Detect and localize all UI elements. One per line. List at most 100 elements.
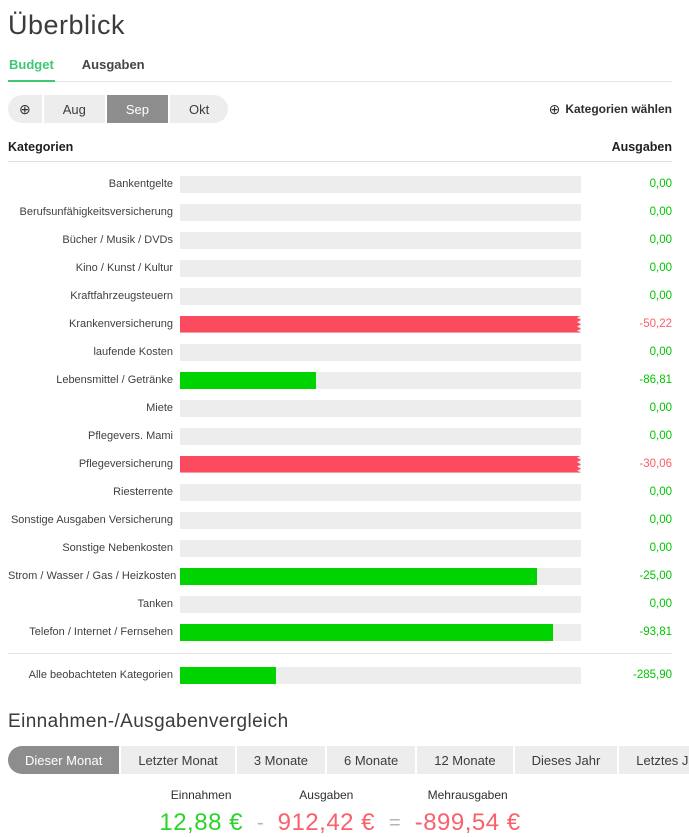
category-label: Bankentgelte <box>8 178 173 190</box>
income-block: Einnahmen 12,88 € <box>159 788 243 837</box>
category-label: Pflegevers. Mami <box>8 430 173 442</box>
budget-bar-track[interactable] <box>180 568 581 585</box>
budget-bar-track[interactable] <box>180 456 581 473</box>
category-label: Kraftfahrzeugsteuern <box>8 290 173 302</box>
tab-ausgaben[interactable]: Ausgaben <box>81 55 146 81</box>
period-segment-letzter-monat[interactable]: Letzter Monat <box>121 746 235 774</box>
category-label: Tanken <box>8 598 173 610</box>
budget-bar-track[interactable] <box>180 344 581 361</box>
budget-bar-fill <box>180 667 276 684</box>
tab-bar: Budget Ausgaben <box>8 55 672 82</box>
expense-label: Ausgaben <box>278 788 375 802</box>
category-label: Miete <box>8 402 173 414</box>
budget-bar-track[interactable] <box>180 232 581 249</box>
expense-value: 0,00 <box>592 542 672 554</box>
budget-bar-track[interactable] <box>180 176 581 193</box>
budget-bar-track[interactable] <box>180 596 581 613</box>
expense-value: 0,00 <box>592 514 672 526</box>
table-row: Pflegeversicherung -30,06 <box>8 450 672 478</box>
budget-bar-track[interactable] <box>180 204 581 221</box>
expense-value: 0,00 <box>592 598 672 610</box>
plus-circle-icon: ⊕ <box>549 102 561 116</box>
expense-value: -25,00 <box>592 570 672 582</box>
budget-total-row: Alle beobachteten Kategorien -285,90 <box>8 653 672 689</box>
budget-rows: Bankentgelte 0,00 Berufsunfähigkeitsvers… <box>8 170 672 646</box>
budget-bar-track[interactable] <box>180 428 581 445</box>
table-row: Sonstige Ausgaben Versicherung 0,00 <box>8 506 672 534</box>
page-title: Überblick <box>8 10 672 41</box>
table-row: Alle beobachteten Kategorien -285,90 <box>8 661 672 689</box>
table-row: Miete 0,00 <box>8 394 672 422</box>
tab-budget[interactable]: Budget <box>8 55 55 82</box>
budget-bar-track[interactable] <box>180 484 581 501</box>
period-segment-dieses-jahr[interactable]: Dieses Jahr <box>515 746 618 774</box>
table-row: Sonstige Nebenkosten 0,00 <box>8 534 672 562</box>
month-segment-aug[interactable]: Aug <box>44 95 105 123</box>
period-segment-12-monate[interactable]: 12 Monate <box>417 746 512 774</box>
budget-bar-fill <box>180 568 537 585</box>
expense-value: 0,00 <box>592 178 672 190</box>
table-row: Bücher / Musik / DVDs 0,00 <box>8 226 672 254</box>
expense-value: 0,00 <box>592 486 672 498</box>
income-value: 12,88 € <box>159 809 243 837</box>
category-label: Lebensmittel / Getränke <box>8 374 173 386</box>
expense-block: Ausgaben 912,42 € <box>278 788 375 837</box>
table-row: Strom / Wasser / Gas / Heizkosten -25,00 <box>8 562 672 590</box>
expense-value: -50,22 <box>592 318 672 330</box>
table-row: Krankenversicherung -50,22 <box>8 310 672 338</box>
comparison-title: Einnahmen-/Ausgabenvergleich <box>8 711 672 733</box>
net-label: Mehrausgaben <box>415 788 521 802</box>
budget-bar-fill <box>180 372 316 389</box>
minus-sign: - <box>253 812 268 837</box>
expense-value: 0,00 <box>592 346 672 358</box>
budget-bar-track[interactable] <box>180 667 581 684</box>
budget-bar-track[interactable] <box>180 260 581 277</box>
budget-bar-track[interactable] <box>180 400 581 417</box>
expense-value: 912,42 € <box>278 809 375 837</box>
period-selector: Dieser MonatLetzter Monat3 Monate6 Monat… <box>8 746 672 774</box>
table-row: Telefon / Internet / Fernsehen -93,81 <box>8 618 672 646</box>
category-label: Sonstige Ausgaben Versicherung <box>8 514 173 526</box>
equals-sign: = <box>385 812 405 837</box>
budget-bar-track[interactable] <box>180 624 581 641</box>
expense-value: 0,00 <box>592 402 672 414</box>
month-segment-okt[interactable]: Okt <box>170 95 228 123</box>
table-row: Tanken 0,00 <box>8 590 672 618</box>
expense-value: 0,00 <box>592 262 672 274</box>
budget-bar-track[interactable] <box>180 288 581 305</box>
table-row: Berufsunfähigkeitsversicherung 0,00 <box>8 198 672 226</box>
category-label: Berufsunfähigkeitsversicherung <box>8 206 173 218</box>
period-segment-3-monate[interactable]: 3 Monate <box>237 746 325 774</box>
budget-bar-track[interactable] <box>180 316 581 333</box>
table-row: Riesterrente 0,00 <box>8 478 672 506</box>
expense-value: 0,00 <box>592 234 672 246</box>
column-header-categories: Kategorien <box>8 140 73 154</box>
month-segment-sep[interactable]: Sep <box>107 95 168 123</box>
month-selector: ⊕ AugSepOkt <box>8 95 228 123</box>
category-label: Kino / Kunst / Kultur <box>8 262 173 274</box>
expense-value: -93,81 <box>592 626 672 638</box>
period-segment-letztes-jahr[interactable]: Letztes Jahr <box>619 746 689 774</box>
column-header-expenses: Ausgaben <box>612 140 672 154</box>
period-segment-dieser-monat[interactable]: Dieser Monat <box>8 746 119 774</box>
income-label: Einnahmen <box>159 788 243 802</box>
budget-bar-track[interactable] <box>180 372 581 389</box>
category-label: Sonstige Nebenkosten <box>8 542 173 554</box>
table-row: Pflegevers. Mami 0,00 <box>8 422 672 450</box>
expense-value: -86,81 <box>592 374 672 386</box>
add-month-button[interactable]: ⊕ <box>8 95 42 123</box>
category-label: Strom / Wasser / Gas / Heizkosten <box>8 570 173 582</box>
category-label: Pflegeversicherung <box>8 458 173 470</box>
choose-categories-button[interactable]: ⊕ Kategorien wählen <box>549 102 672 116</box>
table-row: Bankentgelte 0,00 <box>8 170 672 198</box>
budget-bar-fill <box>180 456 581 473</box>
category-label: Krankenversicherung <box>8 318 173 330</box>
net-value: -899,54 € <box>415 809 521 837</box>
budget-bar-track[interactable] <box>180 512 581 529</box>
expense-value: 0,00 <box>592 430 672 442</box>
table-row: Kino / Kunst / Kultur 0,00 <box>8 254 672 282</box>
category-label: Telefon / Internet / Fernsehen <box>8 626 173 638</box>
period-segment-6-monate[interactable]: 6 Monate <box>327 746 415 774</box>
budget-bar-track[interactable] <box>180 540 581 557</box>
expense-value: 0,00 <box>592 290 672 302</box>
